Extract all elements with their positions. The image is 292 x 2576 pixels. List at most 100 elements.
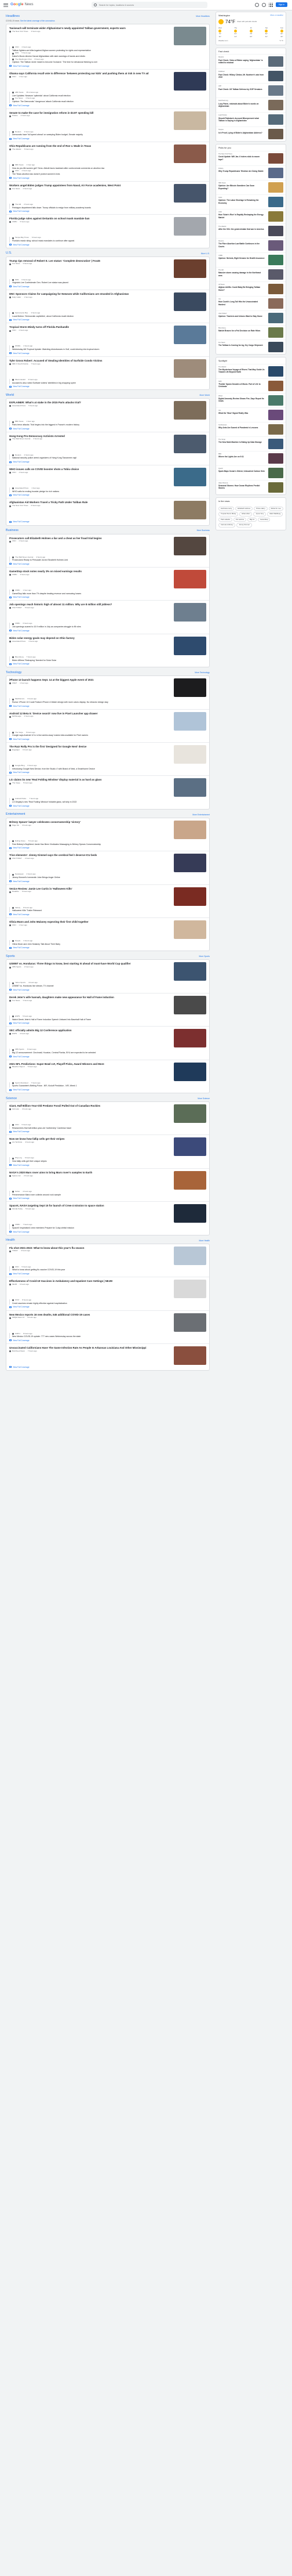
unit-toggle[interactable]: °C °F — [279, 39, 283, 42]
sidebar-story[interactable]: Axios Opinion: The Labor Shortage Is Rema… — [216, 194, 286, 209]
source-name[interactable]: Daily Caller — [12, 296, 21, 299]
story-thumbnail[interactable] — [174, 468, 206, 487]
related-title[interactable]: National security police arrest organize… — [12, 457, 206, 460]
related-title[interactable]: WHO calls for ending booster pledge for … — [12, 490, 206, 493]
story-title[interactable]: SEC officially admits Big 12 Conference … — [9, 1029, 161, 1032]
related-title[interactable]: Wednesday AM Tropical Update: Watching d… — [12, 348, 206, 351]
story-title[interactable]: The Razr Rolly Pro is the first 'Designe… — [9, 745, 161, 749]
related-title[interactable]: Job openings soared to 10.9 million in J… — [12, 626, 206, 628]
story-thumbnail[interactable] — [174, 501, 206, 520]
story-title[interactable]: Biden solar energy goals may depend on O… — [9, 637, 161, 640]
topic-chip[interactable]: Elizabeth Holmes — [235, 506, 253, 511]
story-thumbnail[interactable] — [174, 144, 206, 164]
story-thumbnail[interactable] — [174, 1204, 206, 1223]
source-name[interactable]: KRQE News 13 — [12, 1316, 24, 1319]
related-title[interactable]: Biden Affirms 'Reshaping' Needed for Sol… — [12, 659, 206, 662]
full-coverage-link[interactable]: View Full Coverage — [9, 913, 206, 916]
related-title[interactable]: Democrats have 'full speed ahead' on swe… — [12, 133, 206, 136]
section-title[interactable]: Entertainment — [6, 812, 25, 816]
sidebar-story-thumbnail[interactable] — [268, 100, 283, 111]
sidebar-story-title[interactable]: The Taliban Is Coming for Ag, Dry Cargo … — [218, 344, 265, 346]
story-title[interactable]: DNC Sponsors Claims for campaigning for … — [9, 292, 161, 296]
source-name[interactable]: Vox — [218, 298, 265, 300]
sidebar-story[interactable]: The Verge The New Mold Machine Is Eating … — [216, 436, 286, 451]
sidebar-story[interactable]: AP News Afghan Airlifts: Could Baby Be Br… — [216, 281, 286, 296]
topic-chip[interactable]: Robert E. Lee — [268, 506, 283, 511]
covid-note-link[interactable]: See the latest coverage of the coronavir… — [20, 20, 55, 22]
source-name[interactable]: 9to5Google — [12, 716, 21, 718]
forecast-day[interactable]: Fri 78° 60° — [249, 27, 253, 38]
topic-chip[interactable]: Jimmy Kimmel — [236, 523, 252, 528]
related-title[interactable]: Big 12 announcement: Cincinnati, Houston… — [12, 1052, 206, 1054]
sidebar-story-title[interactable]: Spain Maps Ocean's Oldest, Untouched Car… — [218, 470, 265, 472]
sidebar-story[interactable]: Quartz Spain Maps Ocean's Oldest, Untouch… — [216, 465, 286, 480]
source-name[interactable]: CNET — [12, 682, 17, 685]
related-title[interactable]: Rumor: iPhone 13 Could Feature iPhone & … — [12, 701, 206, 704]
story-thumbnail[interactable] — [174, 292, 206, 312]
sidebar-story-title[interactable]: Afghan Airlifts: Could Baby Be Bringing … — [218, 286, 265, 291]
sidebar-story[interactable]: Smithsonian Why Ants Are Scared of Pandem… — [216, 421, 286, 436]
source-name[interactable]: The Washington Post — [15, 58, 32, 61]
sidebar-story-title[interactable]: Covid Update: Will Jan. 6 rioters stick … — [218, 156, 265, 160]
section-more-link[interactable]: More Health — [199, 1240, 210, 1242]
full-coverage-link[interactable]: View Full Coverage — [9, 104, 206, 107]
source-name[interactable]: Phys.org — [15, 1157, 22, 1159]
related-title[interactable]: Researchers find half-billion-year-old '… — [12, 1127, 206, 1130]
card-title[interactable]: Fact check — [216, 48, 286, 55]
story-title[interactable]: Britney Spears' lawyer celebrates conser… — [9, 821, 161, 824]
source-name[interactable]: NBC News — [15, 164, 24, 167]
sidebar-story[interactable]: Vox What the 'Wow' Signal Really Was — [216, 407, 286, 422]
source-name[interactable]: Wired — [218, 395, 265, 397]
card-title[interactable]: Spotlight — [216, 357, 286, 364]
source-name[interactable]: The Atlantic — [218, 366, 265, 368]
related-title[interactable]: Virginia's Lee Confederate Gen. Robert L… — [12, 281, 206, 284]
sidebar-story-thumbnail[interactable] — [268, 438, 283, 449]
story-thumbnail[interactable] — [174, 183, 206, 203]
related-title[interactable]: Google says Android 12 is 'a few weeks a… — [12, 734, 206, 737]
story-title[interactable]: Florida judge rules against DeSantis on … — [9, 217, 161, 221]
section-more-link[interactable]: More Entertainment — [192, 814, 210, 816]
section-more-link[interactable]: More Headlines — [196, 15, 210, 17]
story-thumbnail[interactable] — [174, 636, 206, 655]
story-thumbnail[interactable] — [174, 854, 206, 873]
source-name[interactable]: CNN — [12, 540, 16, 543]
source-name[interactable]: NPR — [15, 52, 19, 55]
source-name[interactable]: PolitiFact — [218, 71, 265, 73]
story-thumbnail[interactable] — [174, 359, 206, 378]
source-name[interactable]: FactCheck.org — [218, 100, 265, 102]
settings-icon[interactable] — [261, 2, 266, 7]
related-title[interactable]: What to know about getting flu vaccine C… — [12, 1269, 206, 1271]
sidebar-story-title[interactable]: After the 9/11: the great mistake that w… — [218, 228, 265, 230]
related-title[interactable]: Opinion: The Democrats' 'dangerous' atta… — [12, 100, 206, 103]
sidebar-story-title[interactable]: Opinion: Nichols, Eight Dreams for Healt… — [218, 257, 265, 259]
sidebar-story[interactable]: Snopes Is it Proof, Lying of Biden's Afgh… — [216, 127, 286, 141]
sidebar-story[interactable]: The Hill Massive storm causing damage in … — [216, 267, 286, 281]
source-name[interactable]: CNBC — [15, 1224, 20, 1226]
sidebar-story-thumbnail[interactable] — [268, 366, 283, 377]
sidebar-story[interactable]: Fox News The Taliban Is Coming for Ag, Dr… — [216, 339, 286, 354]
source-name[interactable]: BuzzFeed News — [12, 1350, 25, 1353]
sidebar-story-thumbnail[interactable] — [268, 114, 283, 125]
sidebar-story-title[interactable]: Opinion: Are Bitcoin Gamblers Can Soon E… — [218, 185, 265, 189]
source-name[interactable]: CBS Sports — [15, 1049, 24, 1051]
story-thumbnail[interactable] — [174, 1313, 206, 1332]
source-name[interactable]: Atlas Obscura — [218, 482, 265, 484]
sidebar-story-title[interactable]: The New Mold Machine Is Eating Up Data S… — [218, 441, 265, 443]
full-coverage-link[interactable]: View Full Coverage — [9, 630, 206, 632]
sidebar-story-title[interactable]: Market Braces for a Fed Decision on Rate… — [218, 330, 265, 332]
sidebar-story-thumbnail[interactable] — [268, 168, 283, 179]
full-coverage-link[interactable]: View Full Coverage — [9, 1056, 206, 1058]
related-title[interactable]: Covid vaccines remain highly effective a… — [12, 1302, 206, 1305]
topic-chip[interactable]: Tropical Storm Mindy — [218, 512, 239, 516]
section-more-link[interactable]: More Science — [198, 1097, 210, 1100]
sidebar-story[interactable]: The New York Times Covid Update: Will Jan… — [216, 151, 286, 165]
full-coverage-link[interactable]: View Full Coverage — [9, 210, 206, 212]
source-name[interactable]: CNN — [12, 471, 16, 474]
source-name[interactable]: NBC 6 South Florida — [12, 363, 28, 366]
related-title[interactable]: Jimmy Kimmel's Ivermectin Joke Brings An… — [12, 876, 206, 879]
sidebar-story-title[interactable]: Opinion: Teachers and Unions Want to Sta… — [218, 315, 265, 317]
sidebar-story-title[interactable]: Fact Check: Video of Biden saying 'Afgha… — [218, 59, 265, 64]
full-coverage-link[interactable]: View Full Coverage — [9, 286, 206, 288]
full-coverage-link[interactable]: View Full Coverage — [9, 1306, 206, 1308]
source-name[interactable]: CNBC — [12, 573, 17, 576]
